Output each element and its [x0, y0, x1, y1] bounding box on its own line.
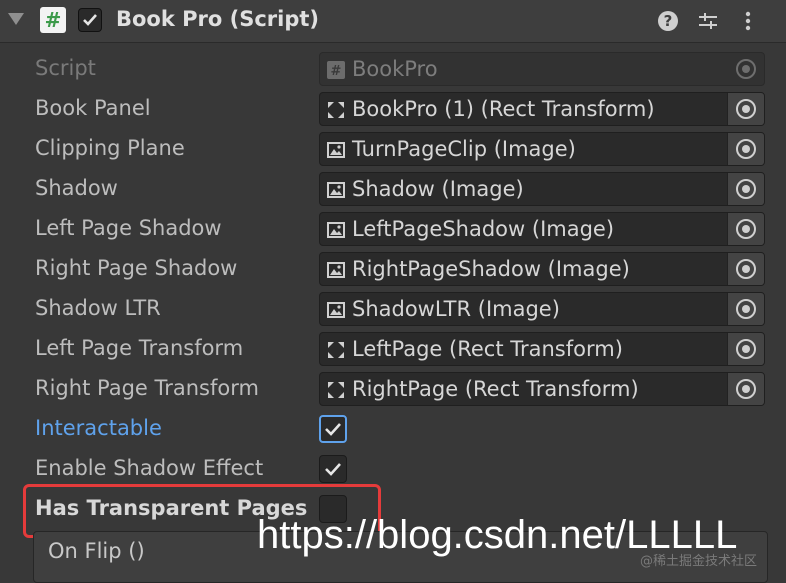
- image-component-icon: [327, 262, 345, 278]
- field-value: RightPageShadow (Image): [352, 257, 630, 281]
- object-picker-icon: [736, 99, 756, 119]
- interactable-checkbox[interactable]: [319, 415, 347, 443]
- field-value: BookPro (1) (Rect Transform): [352, 97, 655, 121]
- field-label: Left Page Shadow: [35, 216, 222, 240]
- event-title: On Flip (): [48, 539, 145, 563]
- field-value: BookPro: [352, 57, 438, 81]
- field-label: Shadow LTR: [35, 296, 161, 320]
- rect-transform-icon: [328, 102, 344, 118]
- toggle-label: Enable Shadow Effect: [35, 456, 264, 480]
- more-vert-icon[interactable]: [736, 9, 760, 33]
- site-watermark: @稀土掘金技术社区: [640, 554, 758, 569]
- object-picker-button[interactable]: [727, 173, 764, 205]
- field-value: LeftPageShadow (Image): [352, 217, 615, 241]
- foldout-arrow-icon[interactable]: [8, 13, 24, 25]
- field-label: Book Panel: [35, 96, 151, 120]
- component-header[interactable]: # Book Pro (Script) ?: [0, 0, 786, 43]
- right-page-transform-object-field[interactable]: RightPage (Rect Transform): [319, 372, 765, 406]
- enable-shadow-effect-checkbox[interactable]: [319, 455, 347, 483]
- field-label: Right Page Shadow: [35, 256, 238, 280]
- field-row-left-page-transform: Left Page Transform LeftPage (Rect Trans…: [0, 329, 786, 369]
- book-panel-object-field[interactable]: BookPro (1) (Rect Transform): [319, 92, 765, 126]
- field-label: Left Page Transform: [35, 336, 244, 360]
- object-picker-icon: [736, 299, 756, 319]
- component-enable-checkbox[interactable]: [78, 8, 102, 32]
- object-picker-icon: [736, 139, 756, 159]
- image-component-icon: [327, 222, 345, 238]
- field-value: TurnPageClip (Image): [352, 137, 576, 161]
- image-component-icon: [327, 142, 345, 158]
- object-picker-button[interactable]: [727, 93, 764, 125]
- field-row-shadow-ltr: Shadow LTR ShadowLTR (Image): [0, 289, 786, 329]
- field-label: Right Page Transform: [35, 376, 259, 400]
- object-picker-button[interactable]: [727, 133, 764, 165]
- object-picker-button[interactable]: [727, 293, 764, 325]
- toggle-label: Interactable: [35, 416, 162, 440]
- image-component-icon: [327, 182, 345, 198]
- toggle-row-enable-shadow-effect: Enable Shadow Effect: [0, 449, 786, 489]
- field-value: LeftPage (Rect Transform): [352, 337, 623, 361]
- object-picker-icon: [736, 339, 756, 359]
- field-row-shadow: Shadow Shadow (Image): [0, 169, 786, 209]
- field-row-left-page-shadow: Left Page Shadow LeftPageShadow (Image): [0, 209, 786, 249]
- svg-text:?: ?: [664, 12, 673, 30]
- object-picker-button[interactable]: [727, 213, 764, 245]
- image-component-icon: [327, 302, 345, 318]
- checkmark-icon: [325, 423, 341, 436]
- object-picker-icon: [736, 179, 756, 199]
- rect-transform-icon: [328, 382, 344, 398]
- help-icon[interactable]: ?: [656, 9, 680, 33]
- left-page-transform-object-field[interactable]: LeftPage (Rect Transform): [319, 332, 765, 366]
- object-picker-icon: [736, 379, 756, 399]
- right-page-shadow-object-field[interactable]: RightPageShadow (Image): [319, 252, 765, 286]
- clipping-plane-object-field[interactable]: TurnPageClip (Image): [319, 132, 765, 166]
- object-picker-button: [728, 53, 764, 85]
- field-value: Shadow (Image): [352, 177, 524, 201]
- object-picker-icon: [736, 59, 756, 79]
- object-picker-icon: [736, 259, 756, 279]
- script-icon: #: [40, 7, 66, 33]
- object-picker-icon: [736, 219, 756, 239]
- svg-text:#: #: [331, 64, 342, 79]
- field-row-clipping-plane: Clipping Plane TurnPageClip (Image): [0, 129, 786, 169]
- checkmark-icon: [325, 463, 341, 476]
- checkmark-icon: [83, 14, 97, 26]
- field-value: RightPage (Rect Transform): [352, 377, 639, 401]
- shadow-ltr-object-field[interactable]: ShadowLTR (Image): [319, 292, 765, 326]
- field-value: ShadowLTR (Image): [352, 297, 560, 321]
- component-title: Book Pro (Script): [116, 7, 320, 31]
- rect-transform-icon: [328, 342, 344, 358]
- object-picker-button[interactable]: [727, 373, 764, 405]
- script-icon: #: [327, 61, 345, 79]
- field-row-right-page-transform: Right Page Transform RightPage (Rect Tra…: [0, 369, 786, 409]
- script-object-field: # BookPro: [319, 52, 765, 86]
- field-row-script: Script # BookPro: [0, 49, 786, 89]
- field-row-right-page-shadow: Right Page Shadow RightPageShadow (Image…: [0, 249, 786, 289]
- field-label: Shadow: [35, 176, 118, 200]
- preset-sliders-icon[interactable]: [696, 9, 720, 33]
- field-label: Clipping Plane: [35, 136, 185, 160]
- object-picker-button[interactable]: [727, 253, 764, 285]
- field-row-book-panel: Book Panel BookPro (1) (Rect Transform): [0, 89, 786, 129]
- object-picker-button[interactable]: [727, 333, 764, 365]
- shadow-object-field[interactable]: Shadow (Image): [319, 172, 765, 206]
- left-page-shadow-object-field[interactable]: LeftPageShadow (Image): [319, 212, 765, 246]
- field-label: Script: [35, 56, 96, 80]
- toggle-row-interactable: Interactable: [0, 409, 786, 449]
